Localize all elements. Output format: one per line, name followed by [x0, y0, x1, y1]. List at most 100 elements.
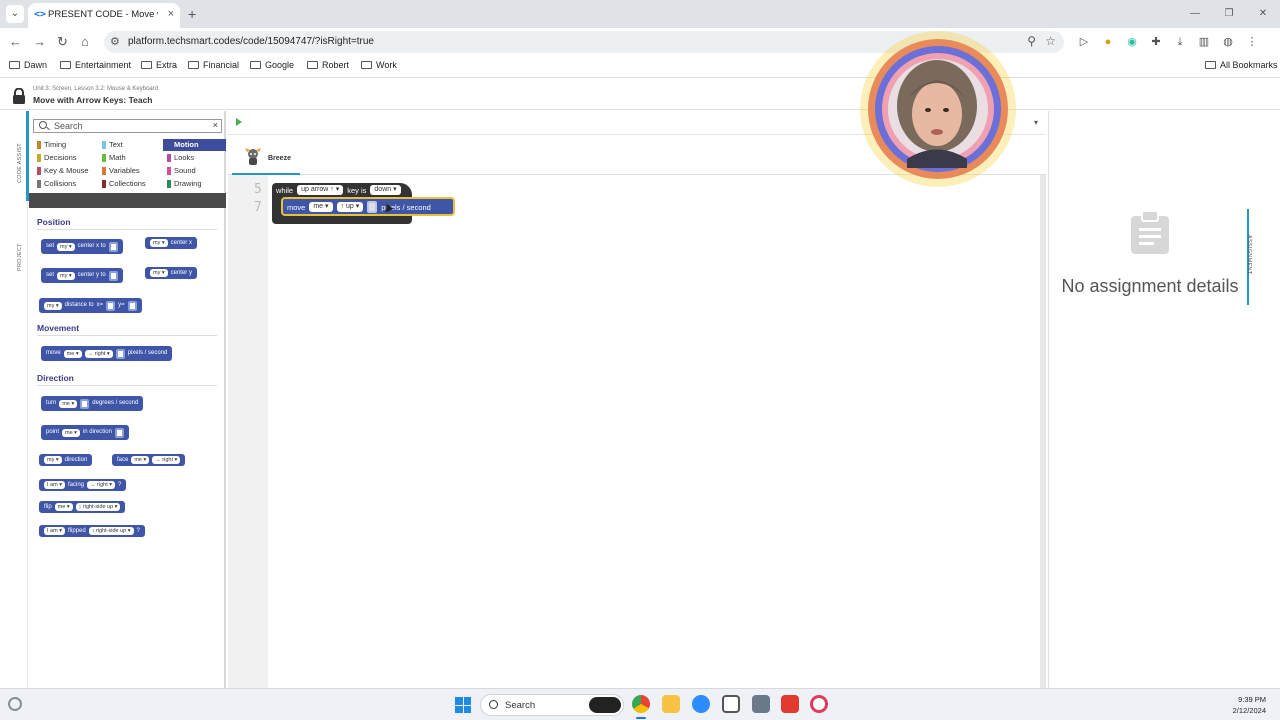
search-input[interactable] [54, 120, 204, 132]
new-tab-button[interactable]: + [188, 6, 196, 22]
block-set-center-y[interactable]: set my ▾ center y to [41, 268, 123, 283]
block-dropdown[interactable]: my ▾ [44, 301, 62, 310]
tab-search-chevron-icon[interactable]: ⌄ [6, 5, 24, 23]
block-dropdown[interactable]: my ▾ [57, 242, 75, 251]
block-turn[interactable]: turn me ▾ degrees / second [41, 396, 144, 411]
block-dropdown[interactable]: ↕ right-side up ▾ [88, 527, 134, 535]
block-dropdown[interactable]: me ▾ [63, 349, 82, 358]
block-flipped[interactable]: I am ▾ flipped ↕ right-side up ▾? [39, 525, 145, 537]
app-icon[interactable] [781, 695, 799, 713]
bookmark-star-icon[interactable]: ☆ [1045, 34, 1056, 48]
block-center-x[interactable]: my ▾ center x [145, 237, 197, 249]
back-icon[interactable]: ← [9, 34, 22, 49]
block-dropdown[interactable]: me ▾ [54, 503, 73, 511]
block-center-y[interactable]: my ▾ center y [145, 267, 197, 279]
block-dropdown[interactable]: my ▾ [150, 239, 168, 247]
category-variables[interactable]: Variables [98, 165, 162, 177]
system-clock[interactable]: 9:39 PM 2/12/2024 [1233, 694, 1266, 716]
chevron-down-icon[interactable]: ▾ [1034, 118, 1038, 127]
profile-avatar-icon[interactable]: ◍ [1220, 34, 1236, 50]
block-flip[interactable]: flip me ▾ ↕ right-side up ▾ [39, 501, 126, 513]
file-explorer-icon[interactable] [662, 695, 680, 713]
block-slot[interactable] [108, 241, 118, 252]
bookmark-folder[interactable]: Entertainment [60, 60, 131, 70]
category-collisions[interactable]: Collisions [33, 178, 97, 190]
extension-icon[interactable]: ◉ [1124, 34, 1140, 50]
block-dropdown[interactable]: → right ▾ [84, 349, 113, 358]
window-close-icon[interactable]: ✕ [1246, 0, 1280, 28]
bookmark-folder[interactable]: Dawn [9, 60, 47, 70]
windows-start-icon[interactable] [455, 697, 471, 713]
block-dropdown[interactable]: → right ▾ [87, 481, 116, 489]
block-slot[interactable] [115, 348, 125, 359]
move-block[interactable]: move me ▾ ↑ up ▾ pixels / second [281, 197, 455, 216]
block-dropdown[interactable]: → right ▾ [152, 456, 181, 464]
block-point[interactable]: point me ▾ in direction [41, 425, 129, 440]
block-distance-to[interactable]: my ▾ distance to x= y= [39, 298, 142, 313]
block-dropdown[interactable]: my ▾ [57, 271, 75, 280]
category-collections[interactable]: Collections [98, 178, 162, 190]
block-slot[interactable] [80, 398, 90, 409]
target-dropdown[interactable]: me ▾ [309, 202, 333, 212]
restore-icon[interactable]: ❐ [1212, 0, 1246, 28]
clear-search-icon[interactable]: × [213, 120, 218, 130]
category-math[interactable]: Math [98, 152, 162, 164]
category-drawing[interactable]: Drawing [163, 178, 226, 190]
block-direction[interactable]: my ▾ direction [39, 454, 93, 466]
speed-slot[interactable] [367, 201, 378, 213]
block-dropdown[interactable]: me ▾ [62, 428, 80, 437]
block-dropdown[interactable]: ↕ right-side up ▾ [75, 503, 121, 511]
zoom-icon[interactable]: ⚲ [1027, 34, 1036, 48]
play-icon[interactable] [236, 118, 242, 126]
rail-tab-project[interactable]: PROJECT [17, 243, 23, 271]
category-key-mouse[interactable]: Key & Mouse [33, 165, 97, 177]
taskbar-search[interactable]: Search [480, 694, 624, 716]
minimize-icon[interactable]: — [1178, 0, 1212, 28]
block-dropdown[interactable]: me ▾ [59, 399, 78, 408]
extension-icon[interactable]: ▷ [1076, 34, 1092, 50]
site-info-icon[interactable]: ⚙ [110, 35, 120, 48]
category-looks[interactable]: Looks [163, 152, 226, 164]
block-dropdown[interactable]: I am ▾ [44, 481, 65, 489]
key-dropdown[interactable]: up arrow ↑ ▾ [297, 185, 344, 195]
category-sound[interactable]: Sound [163, 165, 226, 177]
block-dropdown[interactable]: me ▾ [131, 456, 150, 464]
category-decisions[interactable]: Decisions [33, 152, 97, 164]
home-icon[interactable]: ⌂ [81, 34, 89, 49]
block-slot[interactable] [127, 300, 137, 311]
block-dropdown[interactable]: my ▾ [150, 269, 168, 277]
bookmark-folder[interactable]: Financial [188, 60, 239, 70]
block-slot[interactable] [106, 300, 116, 311]
forward-icon[interactable]: → [33, 34, 46, 49]
url-text[interactable]: platform.techsmart.codes/code/15094747/?… [128, 36, 374, 47]
rail-tab-code-assist[interactable]: CODE ASSIST [17, 143, 23, 183]
zoom-icon[interactable] [692, 695, 710, 713]
extensions-puzzle-icon[interactable]: ✚ [1148, 34, 1164, 50]
block-slot[interactable] [114, 427, 124, 438]
download-icon[interactable]: ⤓ [1172, 34, 1188, 50]
snipping-tool-icon[interactable] [722, 695, 740, 713]
category-text[interactable]: Text [98, 139, 162, 151]
block-set-center-x[interactable]: set my ▾ center x to [41, 239, 123, 254]
block-slot[interactable] [108, 270, 118, 281]
browser-tab[interactable]: <> PRESENT CODE - Move with Arrow Keys: … [28, 3, 180, 28]
bookmark-folder[interactable]: Google [250, 60, 294, 70]
category-motion[interactable]: Motion [163, 139, 226, 151]
widgets-icon[interactable] [8, 697, 22, 711]
assist-search[interactable]: × [33, 119, 222, 133]
block-dropdown[interactable]: I am ▾ [44, 527, 65, 535]
block-dropdown[interactable]: my ▾ [44, 456, 62, 464]
calculator-icon[interactable] [752, 695, 770, 713]
reload-icon[interactable]: ↻ [57, 34, 68, 50]
tab-close-icon[interactable]: × [168, 8, 174, 20]
tab-assignment[interactable]: ASSIGNMENT [1246, 235, 1252, 274]
block-move[interactable]: move me ▾ → right ▾ pixels / second [41, 346, 173, 361]
tab-breeze[interactable]: Breeze [232, 143, 300, 175]
vertical-scrollbar[interactable] [1040, 175, 1046, 688]
block-facing[interactable]: I am ▾ facing → right ▾? [39, 479, 127, 491]
all-bookmarks[interactable]: All Bookmarks [1205, 60, 1278, 70]
bookmark-folder[interactable]: Extra [141, 60, 177, 70]
bookmark-folder[interactable]: Robert [307, 60, 349, 70]
side-panel-icon[interactable]: ▥ [1196, 34, 1212, 50]
state-dropdown[interactable]: down ▾ [370, 185, 401, 195]
